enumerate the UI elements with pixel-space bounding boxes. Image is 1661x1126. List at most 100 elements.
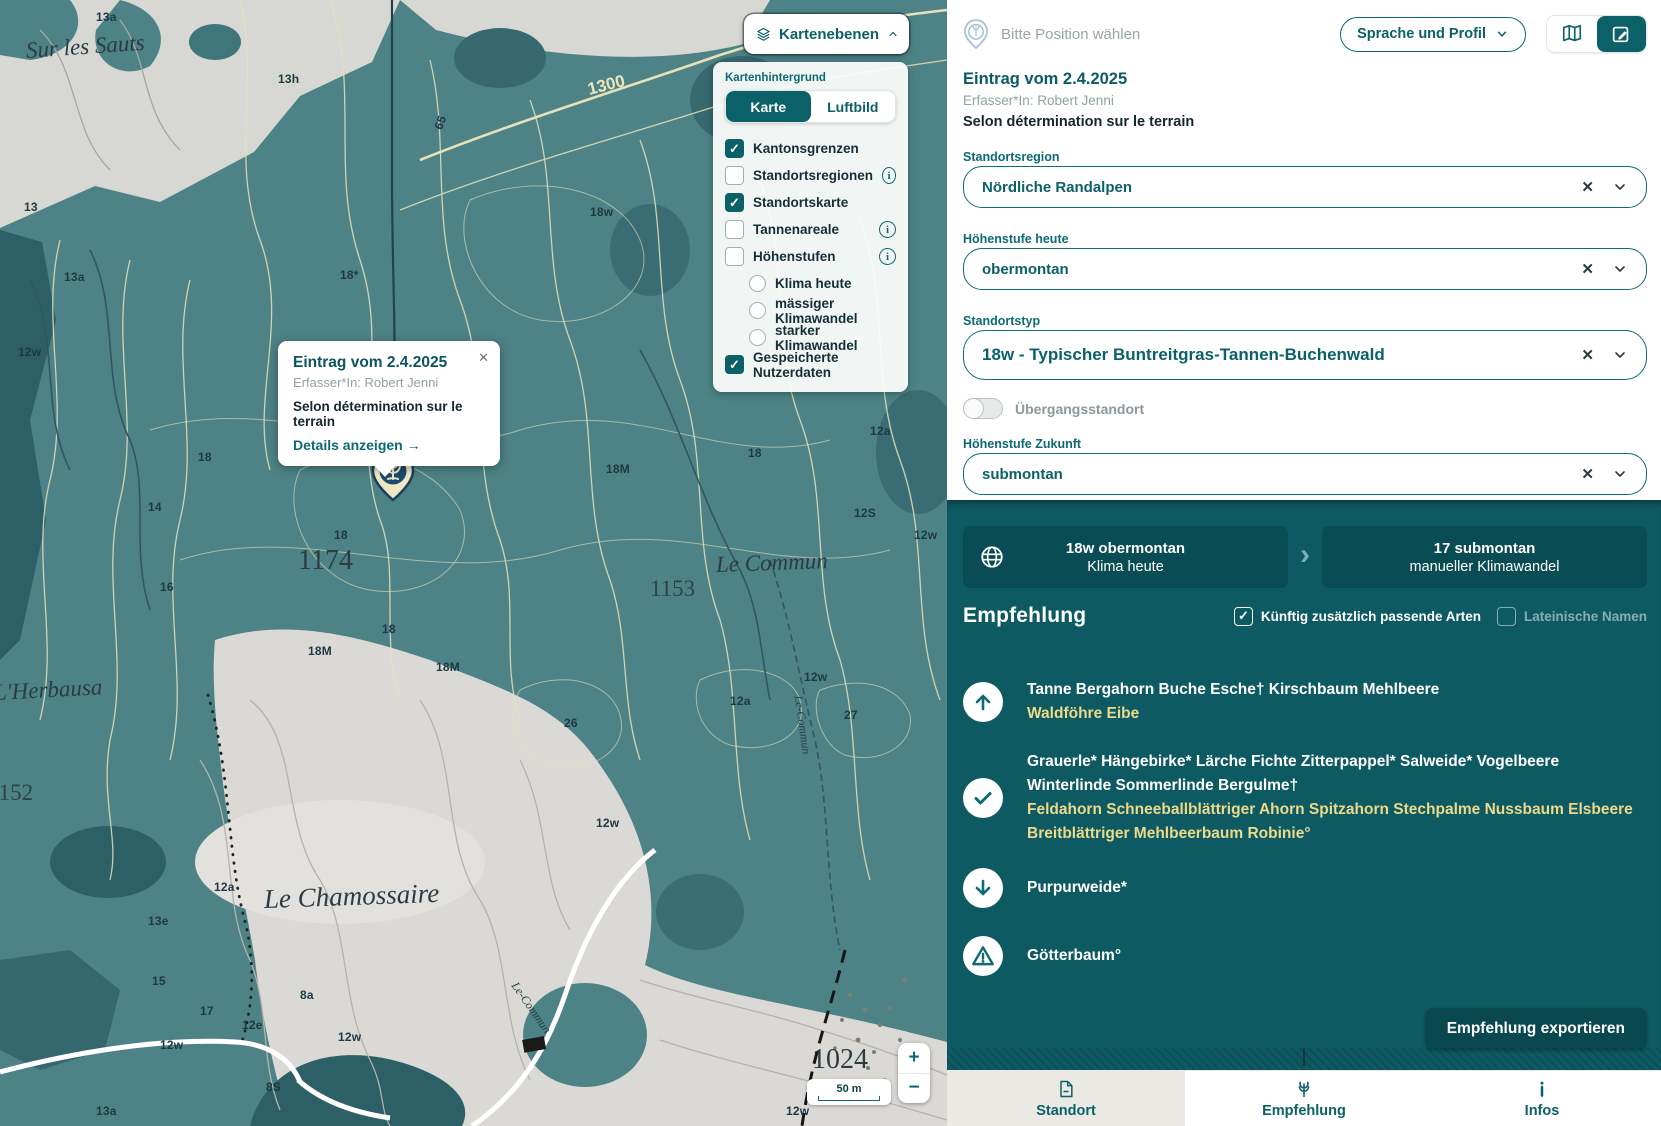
checkbox-latin-names[interactable] — [1497, 607, 1516, 626]
species-list: Grauerle* Hängebirke* Lärche Fichte Zitt… — [1027, 750, 1633, 846]
info-icon[interactable]: i — [879, 221, 896, 238]
layer-label: Gespeicherte Nutzerdaten — [753, 350, 896, 380]
layer-row-gespeicherte-nutzerdaten: Gespeicherte Nutzerdaten — [725, 351, 896, 378]
popup-author: Erfasser*In: Robert Jenni — [293, 375, 485, 390]
uebergangsstandort-toggle[interactable] — [963, 398, 1003, 419]
background-toggle: Karte Luftbild — [725, 90, 896, 123]
future-species-checkbox-row[interactable]: Künftig zusätzlich passende Arten — [1234, 607, 1481, 626]
map-label: 13 — [24, 200, 38, 214]
radio-starker-klimawandel[interactable] — [749, 329, 766, 346]
radio-maessiger-klimawandel[interactable] — [749, 302, 766, 319]
zoom-in-button[interactable]: + — [898, 1043, 930, 1074]
checkbox-standortskarte[interactable] — [725, 193, 744, 212]
checkbox-hoehenstufen[interactable] — [725, 247, 744, 266]
checkbox-tannenareale[interactable] — [725, 220, 744, 239]
map-label: 16 — [160, 580, 174, 594]
background-option-karte[interactable]: Karte — [726, 91, 811, 122]
map-label: 1153 — [650, 576, 695, 602]
layer-label: Kantonsgrenzen — [753, 141, 896, 156]
map-label: 12S — [854, 506, 876, 520]
popup-details-link[interactable]: Details anzeigen → — [293, 437, 485, 453]
map-label: 18w — [590, 205, 613, 219]
map-label: 12a — [214, 880, 235, 894]
export-recommendation-button[interactable]: Empfehlung exportieren — [1425, 1008, 1647, 1050]
info-icon[interactable]: i — [879, 248, 896, 265]
map-layers-button[interactable]: Kartenebenen — [744, 14, 909, 54]
tree-icon — [1294, 1078, 1314, 1100]
map-label: 12w — [18, 345, 41, 359]
scale-line — [818, 1096, 880, 1101]
map-view-button[interactable] — [1547, 16, 1597, 52]
background-option-luftbild[interactable]: Luftbild — [811, 91, 896, 122]
map-label: 14 — [148, 500, 162, 514]
map-zoom-control: + − — [898, 1043, 930, 1103]
map-layers-panel: Kartenhintergrund Karte Luftbild Kantons… — [713, 62, 908, 392]
clear-icon[interactable]: ✕ — [1581, 178, 1594, 196]
select-standortsregion[interactable]: Nördliche Randalpen ✕ — [963, 166, 1647, 208]
map-label: 12a — [870, 424, 891, 438]
map-label: 13e — [148, 914, 169, 928]
chevron-down-icon — [1495, 27, 1509, 41]
map-label: 8S — [266, 1080, 281, 1094]
background-section-label: Kartenhintergrund — [725, 72, 896, 84]
recommendation-group-rising: Tanne Bergahorn Buche Esche† Kirschbaum … — [963, 678, 1647, 726]
scale-label: 50 m — [836, 1083, 861, 1095]
chevron-down-icon[interactable] — [1612, 347, 1628, 363]
radio-row-starker-klimawandel: starker Klimawandel — [725, 324, 896, 351]
clear-icon[interactable]: ✕ — [1581, 465, 1594, 483]
chevron-down-icon[interactable] — [1612, 466, 1628, 482]
checkbox-future-species[interactable] — [1234, 607, 1253, 626]
radio-label: starker Klimawandel — [775, 323, 896, 353]
species-list: Purpurweide* — [1027, 876, 1127, 900]
species-line: Winterlinde Sommerlinde Bergulme† — [1027, 774, 1633, 798]
select-hoehenstufe-zukunft[interactable]: submontan ✕ — [963, 453, 1647, 495]
radio-klima-heute[interactable] — [749, 275, 766, 292]
clear-icon[interactable]: ✕ — [1581, 346, 1594, 364]
language-profile-button[interactable]: Sprache und Profil — [1340, 17, 1526, 52]
zoom-out-button[interactable]: − — [898, 1074, 930, 1104]
uebergangsstandort-row: Übergangsstandort — [963, 398, 1144, 419]
card-manueller-klimawandel: 17 submontan manueller Klimawandel — [1322, 526, 1647, 588]
checkbox-kantonsgrenzen[interactable] — [725, 139, 744, 158]
species-list: Götterbaum° — [1027, 944, 1121, 968]
tab-empfehlung[interactable]: Empfehlung — [1185, 1071, 1423, 1126]
position-placeholder: Bitte Position wählen — [1001, 26, 1140, 43]
radio-label: mässiger Klimawandel — [775, 296, 896, 326]
edit-view-button[interactable] — [1597, 16, 1647, 52]
map-label: 13a — [64, 270, 85, 284]
layer-row-tannenareale: Tannenareale i — [725, 216, 896, 243]
select-hoehenstufe-heute[interactable]: obermontan ✕ — [963, 248, 1647, 290]
field-label-hoehenstufe-zukunft: Höhenstufe Zukunft — [963, 437, 1081, 451]
checkbox-label: Künftig zusätzlich passende Arten — [1261, 609, 1481, 624]
map-label: 8a — [300, 988, 314, 1002]
checkbox-label: Lateinische Namen — [1524, 609, 1647, 624]
checkbox-standortsregionen[interactable] — [725, 166, 744, 185]
recommendation-group-declining: Purpurweide* — [963, 868, 1647, 908]
tab-infos[interactable]: Infos — [1423, 1071, 1661, 1126]
species-line: Götterbaum° — [1027, 944, 1121, 968]
view-mode-toggle — [1546, 15, 1647, 53]
map[interactable]: 13aSur les Sauts13h13006518w1318*13a12w1… — [0, 0, 947, 1126]
map-label: Le Commun — [716, 548, 829, 578]
select-value: submontan — [982, 466, 1063, 483]
map-label: 12w — [914, 528, 937, 542]
layer-label: Tannenareale — [753, 222, 870, 237]
tab-standort[interactable]: Standort — [947, 1071, 1185, 1126]
clear-icon[interactable]: ✕ — [1581, 260, 1594, 278]
checkbox-gespeicherte-nutzerdaten[interactable] — [725, 355, 744, 374]
chevron-down-icon[interactable] — [1612, 179, 1628, 195]
species-line: Purpurweide* — [1027, 876, 1127, 900]
map-label: 12a — [730, 694, 751, 708]
bottom-navigation: Standort Empfehlung — [947, 1070, 1661, 1126]
info-icon[interactable]: i — [882, 167, 896, 184]
select-standortstyp[interactable]: 18w - Typischer Buntreitgras-Tannen-Buch… — [963, 330, 1647, 380]
tab-label: Empfehlung — [1262, 1103, 1346, 1119]
card-line2: Klima heute — [1087, 559, 1164, 575]
chevron-down-icon[interactable] — [1612, 261, 1628, 277]
entry-note: Selon détermination sur le terrain — [963, 114, 1194, 130]
latin-names-checkbox-row[interactable]: Lateinische Namen — [1497, 607, 1647, 626]
radio-row-maessiger-klimawandel: mässiger Klimawandel — [725, 297, 896, 324]
select-value: obermontan — [982, 261, 1069, 278]
map-label: 18M — [308, 644, 332, 658]
popup-close-icon[interactable]: ✕ — [478, 350, 489, 366]
